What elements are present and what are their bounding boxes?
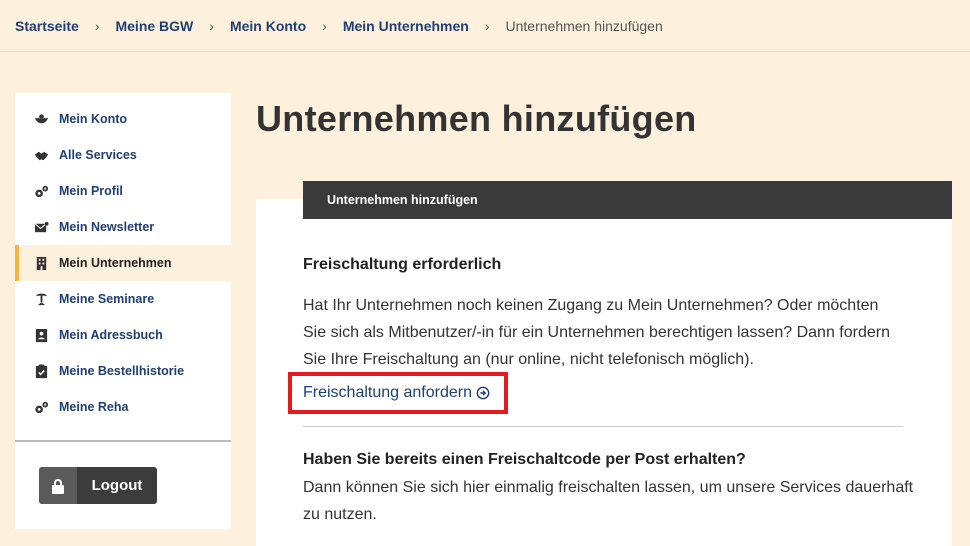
sidebar-item-meine-reha[interactable]: Meine Reha [15, 389, 231, 425]
presentation-icon [33, 291, 49, 307]
breadcrumb-startseite[interactable]: Startseite [15, 18, 79, 34]
sidebar-item-mein-unternehmen[interactable]: Mein Unternehmen [15, 245, 231, 281]
sidebar-menu: Mein Konto Alle Services Mein Profil Mei… [15, 93, 231, 425]
sidebar-item-label: Mein Adressbuch [59, 328, 163, 342]
breadcrumb: Startseite › Meine BGW › Mein Konto › Me… [0, 0, 970, 52]
account-icon [33, 111, 49, 127]
sidebar-divider [15, 440, 231, 442]
chevron-right-icon: › [484, 17, 490, 34]
sidebar-item-label: Meine Seminare [59, 292, 155, 306]
building-icon [33, 255, 49, 271]
gears-icon [33, 183, 49, 199]
link-label: Freischaltung anfordern [303, 384, 472, 401]
sidebar-item-label: Alle Services [59, 148, 137, 162]
section-text-freischaltung: Hat Ihr Unternehmen noch keinen Zugang z… [303, 297, 890, 368]
section-divider [303, 426, 903, 427]
section-title-freischaltcode: Haben Sie bereits einen Freischaltcode p… [303, 451, 746, 468]
envelope-icon [33, 219, 49, 235]
chevron-right-icon: › [209, 17, 214, 34]
arrow-circle-right-icon [476, 386, 490, 400]
logout-button[interactable]: Logout [39, 467, 157, 504]
handshake-icon [33, 147, 49, 163]
breadcrumb-mein-konto[interactable]: Mein Konto [230, 18, 306, 34]
address-book-icon [33, 327, 49, 343]
sidebar-item-label: Mein Profil [59, 184, 123, 198]
page-title: Unternehmen hinzufügen [256, 98, 697, 139]
logout-label: Logout [91, 477, 143, 494]
card-header: Unternehmen hinzufügen [303, 181, 952, 219]
clipboard-check-icon [33, 363, 49, 379]
section-text-freischaltcode: Dann können Sie sich hier einmalig freis… [303, 479, 914, 523]
chevron-right-icon: › [322, 17, 327, 34]
sidebar-item-mein-konto[interactable]: Mein Konto [15, 101, 231, 137]
sidebar-item-label: Meine Bestellhistorie [59, 364, 185, 378]
lock-icon [39, 467, 77, 504]
sidebar-item-meine-bestellhistorie[interactable]: Meine Bestellhistorie [15, 353, 231, 389]
section-title-freischaltung: Freischaltung erforderlich [303, 256, 502, 273]
sidebar-item-label: Meine Reha [59, 400, 129, 414]
sidebar-item-mein-profil[interactable]: Mein Profil [15, 173, 231, 209]
sidebar-item-alle-services[interactable]: Alle Services [15, 137, 231, 173]
sidebar-item-mein-newsletter[interactable]: Mein Newsletter [15, 209, 231, 245]
sidebar-item-label: Mein Konto [59, 112, 128, 126]
sidebar-item-label: Mein Newsletter [59, 220, 155, 234]
breadcrumb-meine-bgw[interactable]: Meine BGW [115, 18, 193, 34]
freischaltung-anfordern-link[interactable]: Freischaltung anfordern [303, 384, 490, 402]
chevron-right-icon: › [94, 17, 100, 34]
breadcrumb-current: Unternehmen hinzufügen [505, 17, 663, 34]
gears-icon [33, 399, 49, 415]
sidebar: Mein Konto Alle Services Mein Profil Mei… [15, 93, 231, 529]
sidebar-item-mein-adressbuch[interactable]: Mein Adressbuch [15, 317, 231, 353]
breadcrumb-mein-unternehmen[interactable]: Mein Unternehmen [343, 18, 469, 34]
sidebar-item-label: Mein Unternehmen [59, 256, 172, 270]
sidebar-item-meine-seminare[interactable]: Meine Seminare [15, 281, 231, 317]
